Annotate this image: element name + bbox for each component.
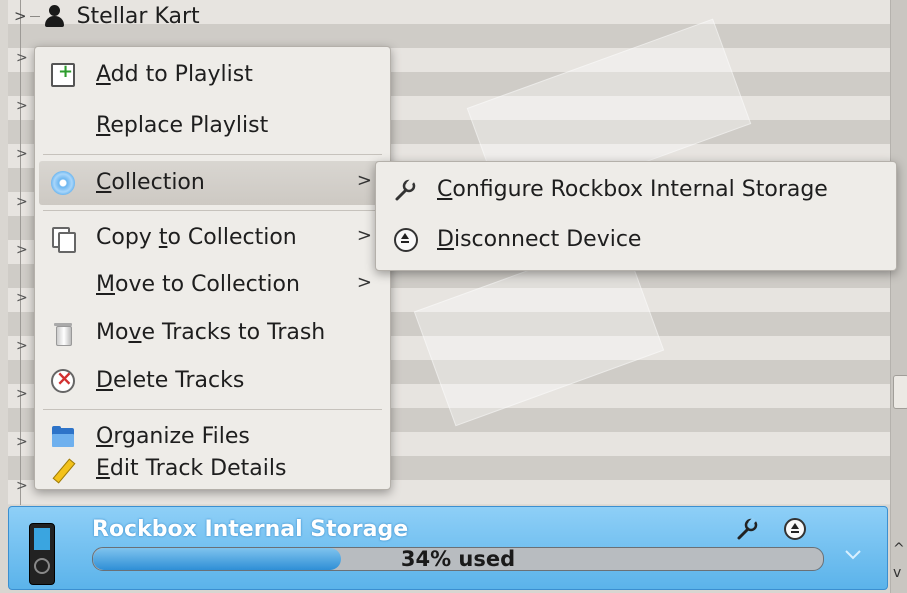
storage-usage-bar: 34% used <box>92 547 824 571</box>
artist-name: Stellar Kart <box>76 3 200 29</box>
chevron-down-icon[interactable] <box>844 545 862 566</box>
menu-item-label: Configure Rockbox Internal Storage <box>437 177 828 202</box>
menu-item-label: Organize Files <box>96 424 250 449</box>
menu-item-label: Delete Tracks <box>96 368 245 393</box>
tree-expander[interactable]: > <box>16 98 28 114</box>
submenu-arrow-icon: > <box>356 272 372 293</box>
scrollbar-thumb[interactable] <box>893 375 907 409</box>
tree-expander[interactable]: > <box>16 146 28 162</box>
tree-expander[interactable]: > <box>16 242 28 258</box>
configure-wrench-icon[interactable] <box>736 517 760 546</box>
tree-item-artist[interactable]: > Stellar Kart <box>8 0 408 32</box>
vertical-scrollbar[interactable] <box>890 0 907 593</box>
add-to-playlist-icon <box>51 61 75 87</box>
device-name: Rockbox Internal Storage <box>92 517 409 542</box>
wrench-icon <box>394 178 418 202</box>
copy-icon <box>51 226 76 253</box>
collection-submenu: Configure Rockbox Internal Storage Disco… <box>375 161 897 271</box>
menu-item-label: Move Tracks to Trash <box>96 320 326 345</box>
eject-icon[interactable] <box>784 518 806 540</box>
submenu-arrow-icon: > <box>356 170 372 191</box>
tree-expander[interactable]: > <box>16 386 28 402</box>
menu-separator <box>43 210 382 211</box>
tree-expander[interactable]: > <box>16 194 28 210</box>
menu-item-delete-tracks[interactable]: Delete Tracks <box>39 359 386 403</box>
storage-usage-label: 34% used <box>400 547 516 571</box>
track-context-menu: Add to Playlist Replace Playlist Collect… <box>34 46 391 490</box>
tree-expander[interactable]: > <box>14 7 27 25</box>
scroll-up-arrow-icon[interactable]: ^ <box>893 541 905 557</box>
menu-item-collection[interactable]: Collection > <box>39 161 386 205</box>
artist-person-icon <box>43 4 65 28</box>
folder-icon <box>51 425 75 449</box>
device-status-bar[interactable]: Rockbox Internal Storage 34% used <box>8 506 888 590</box>
scroll-down-arrow-icon[interactable]: v <box>893 565 901 581</box>
menu-separator <box>43 409 382 410</box>
menu-item-edit-track-details[interactable]: Edit Track Details <box>39 456 386 485</box>
tree-expander[interactable]: > <box>16 50 28 66</box>
menu-item-copy-to-collection[interactable]: Copy to Collection > <box>39 216 386 260</box>
menu-separator <box>43 154 382 155</box>
menu-item-move-to-collection[interactable]: Move to Collection > <box>39 263 386 307</box>
menu-item-label: Add to Playlist <box>96 62 253 87</box>
submenu-item-disconnect-device[interactable]: Disconnect Device <box>380 218 892 262</box>
submenu-arrow-icon: > <box>356 225 372 246</box>
menu-item-label: Move to Collection <box>96 272 300 297</box>
menu-item-add-to-playlist[interactable]: Add to Playlist <box>39 53 386 97</box>
media-player-icon <box>29 523 55 585</box>
menu-item-replace-playlist[interactable]: Replace Playlist <box>39 104 386 148</box>
tree-expander[interactable]: > <box>16 338 28 354</box>
delete-icon <box>51 366 75 393</box>
tree-branch-line <box>29 15 40 17</box>
pencil-icon <box>51 457 76 484</box>
menu-item-organize-files[interactable]: Organize Files <box>39 415 386 459</box>
menu-item-label: Copy to Collection <box>96 225 297 250</box>
menu-item-label: Collection <box>96 170 205 195</box>
tree-expander[interactable]: > <box>16 290 28 306</box>
tree-expander[interactable]: > <box>16 478 28 494</box>
eject-icon <box>394 228 418 252</box>
trash-icon <box>51 321 75 346</box>
menu-item-move-to-trash[interactable]: Move Tracks to Trash <box>39 311 386 355</box>
menu-item-label: Replace Playlist <box>96 113 269 138</box>
menu-item-label: Disconnect Device <box>437 227 642 252</box>
submenu-item-configure-storage[interactable]: Configure Rockbox Internal Storage <box>380 168 892 212</box>
menu-item-label: Edit Track Details <box>96 456 287 481</box>
tree-expander[interactable]: > <box>16 434 28 450</box>
collection-cd-icon <box>51 171 75 195</box>
